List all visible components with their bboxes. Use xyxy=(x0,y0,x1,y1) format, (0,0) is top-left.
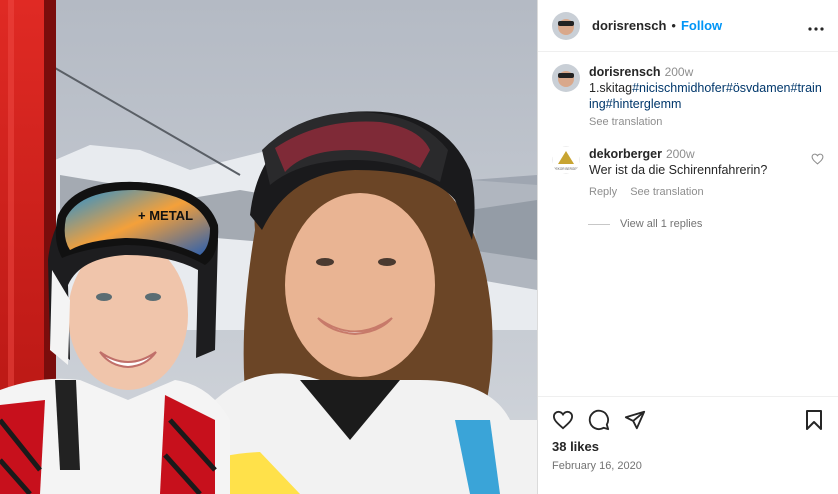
comment-username[interactable]: dekorberger xyxy=(589,147,662,161)
like-heart-icon[interactable] xyxy=(552,410,574,430)
caption-time: 200w xyxy=(664,65,694,79)
share-send-icon[interactable] xyxy=(624,409,646,431)
replies-divider xyxy=(588,223,610,225)
comment: DEKOR BERGER dekorberger 200w Wer ist da … xyxy=(538,130,838,200)
separator-dot: • xyxy=(671,18,676,33)
likes-count[interactable]: 38 likes xyxy=(552,439,824,454)
caption-avatar[interactable] xyxy=(552,64,580,92)
instagram-post: + METAL dorisrensch • Follow dorisrensch… xyxy=(0,0,838,494)
comment-bubble-icon[interactable] xyxy=(588,409,610,431)
caption-text-prefix: 1.skitag xyxy=(589,81,633,95)
selfie-image: + METAL xyxy=(0,0,537,494)
post-photo[interactable]: + METAL xyxy=(0,0,537,494)
action-bar xyxy=(552,409,824,431)
author-avatar[interactable] xyxy=(552,11,580,40)
view-replies[interactable]: View all 1 replies xyxy=(588,218,838,230)
post-date: February 16, 2020 xyxy=(552,460,642,472)
comment-text: Wer ist da die Schirennfahrerin? xyxy=(589,163,768,177)
comment-see-translation[interactable]: See translation xyxy=(630,186,703,198)
caption: dorisrensch 200w 1.skitag#nicischmidhofer… xyxy=(538,52,838,130)
goggle-brand-text: + METAL xyxy=(138,208,193,223)
caption-text: 1.skitag#nicischmidhofer#ösvdamen#train … xyxy=(589,80,824,112)
caption-hashtags-2[interactable]: ing#hinterglemm xyxy=(589,97,681,111)
save-bookmark-icon[interactable] xyxy=(804,409,824,431)
caption-hashtags-1[interactable]: #nicischmidhofer#ösvdamen#train xyxy=(632,81,822,95)
more-options-icon[interactable] xyxy=(808,15,824,36)
post-sidebar: dorisrensch • Follow dorisrensch 200w 1.s… xyxy=(537,0,838,494)
comment-time: 200w xyxy=(665,147,695,161)
comment-like-icon[interactable] xyxy=(811,152,824,170)
post-footer: 38 likes February 16, 2020 xyxy=(538,396,838,484)
post-header: dorisrensch • Follow xyxy=(538,0,838,52)
reply-button[interactable]: Reply xyxy=(589,186,617,198)
view-replies-label[interactable]: View all 1 replies xyxy=(620,218,702,230)
caption-see-translation[interactable]: See translation xyxy=(589,116,662,128)
commenter-avatar[interactable]: DEKOR BERGER xyxy=(552,146,580,174)
caption-username[interactable]: dorisrensch xyxy=(589,65,661,79)
commenter-avatar-text: DEKOR BERGER xyxy=(553,167,579,171)
author-username[interactable]: dorisrensch xyxy=(592,18,666,33)
follow-button[interactable]: Follow xyxy=(681,18,722,33)
